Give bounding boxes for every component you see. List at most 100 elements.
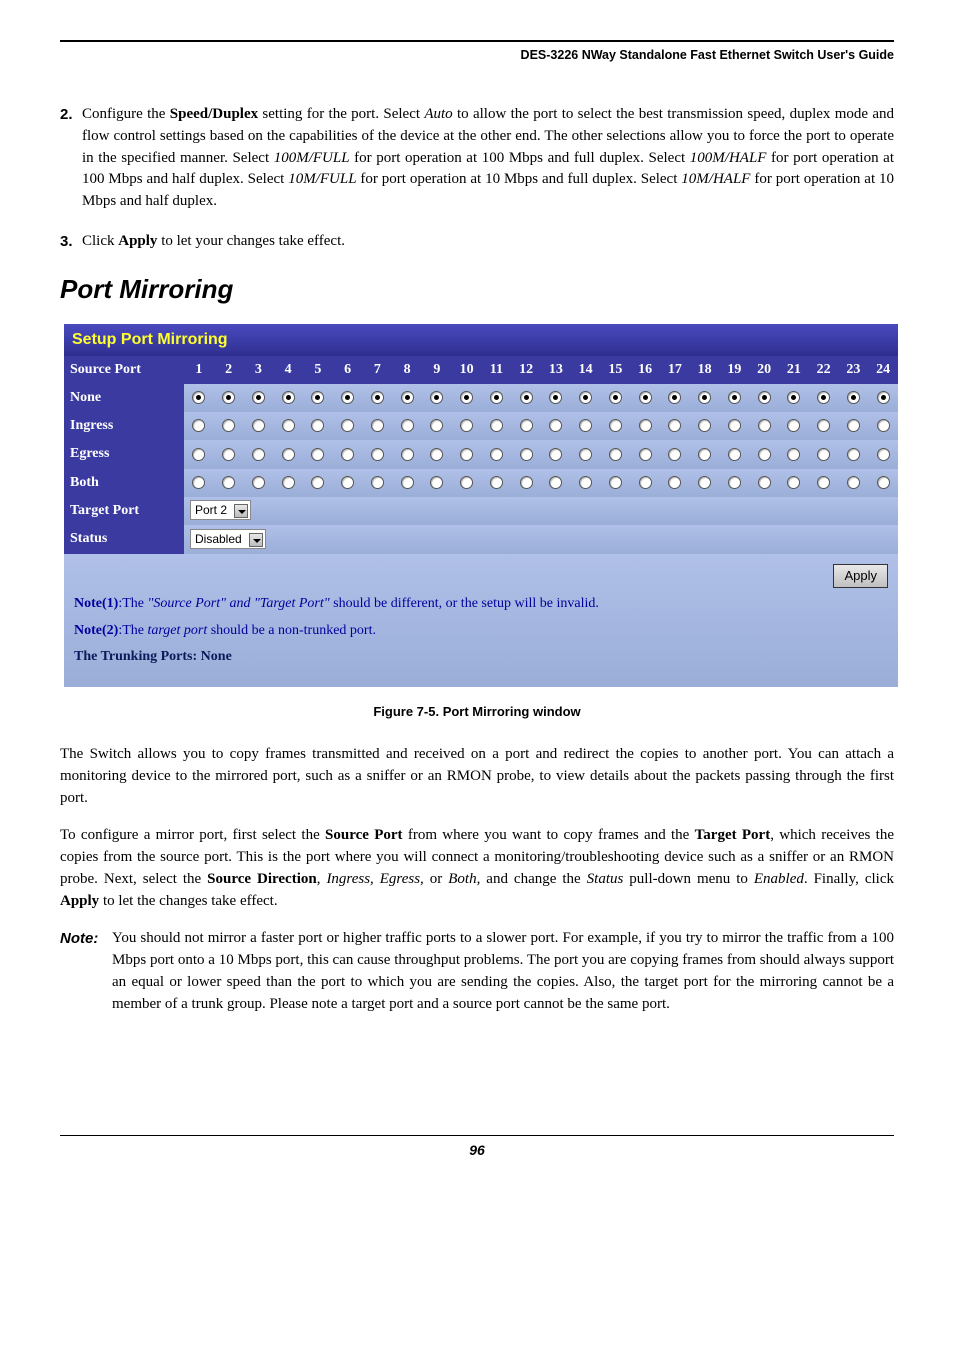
radio-button[interactable] <box>430 391 443 404</box>
radio-button[interactable] <box>817 448 830 461</box>
radio-button[interactable] <box>698 419 711 432</box>
radio-button[interactable] <box>817 476 830 489</box>
radio-button[interactable] <box>341 391 354 404</box>
mirror-table: Source Port 1234567891011121314151617181… <box>64 356 898 554</box>
radio-button[interactable] <box>341 448 354 461</box>
radio-button[interactable] <box>609 391 622 404</box>
radio-button[interactable] <box>282 476 295 489</box>
radio-button[interactable] <box>698 476 711 489</box>
radio-button[interactable] <box>639 391 652 404</box>
radio-button[interactable] <box>282 448 295 461</box>
radio-button[interactable] <box>668 448 681 461</box>
radio-button[interactable] <box>787 419 800 432</box>
radio-button[interactable] <box>668 419 681 432</box>
radio-button[interactable] <box>579 448 592 461</box>
radio-button[interactable] <box>847 419 860 432</box>
radio-button[interactable] <box>371 476 384 489</box>
radio-button[interactable] <box>460 419 473 432</box>
radio-button[interactable] <box>490 448 503 461</box>
radio-button[interactable] <box>252 448 265 461</box>
radio-button[interactable] <box>728 476 741 489</box>
radio-button[interactable] <box>847 448 860 461</box>
radio-button[interactable] <box>192 419 205 432</box>
radio-button[interactable] <box>817 419 830 432</box>
radio-button[interactable] <box>639 476 652 489</box>
radio-button[interactable] <box>401 419 414 432</box>
radio-button[interactable] <box>817 391 830 404</box>
radio-button[interactable] <box>311 419 324 432</box>
radio-button[interactable] <box>877 419 890 432</box>
radio-button[interactable] <box>460 391 473 404</box>
radio-button[interactable] <box>371 448 384 461</box>
radio-button[interactable] <box>579 391 592 404</box>
radio-button[interactable] <box>520 419 533 432</box>
radio-button[interactable] <box>460 448 473 461</box>
radio-button[interactable] <box>728 391 741 404</box>
radio-button[interactable] <box>192 448 205 461</box>
radio-button[interactable] <box>520 476 533 489</box>
radio-button[interactable] <box>311 448 324 461</box>
radio-button[interactable] <box>549 419 562 432</box>
radio-button[interactable] <box>460 476 473 489</box>
radio-button[interactable] <box>430 419 443 432</box>
radio-button[interactable] <box>787 391 800 404</box>
radio-button[interactable] <box>847 476 860 489</box>
radio-button[interactable] <box>549 448 562 461</box>
radio-button[interactable] <box>311 476 324 489</box>
radio-button[interactable] <box>609 476 622 489</box>
radio-button[interactable] <box>222 448 235 461</box>
radio-button[interactable] <box>609 419 622 432</box>
radio-button[interactable] <box>192 476 205 489</box>
radio-button[interactable] <box>192 391 205 404</box>
apply-button[interactable]: Apply <box>833 564 888 589</box>
radio-button[interactable] <box>758 476 771 489</box>
target-port-select[interactable]: Port 2 <box>190 500 251 520</box>
radio-button[interactable] <box>728 419 741 432</box>
radio-button[interactable] <box>490 419 503 432</box>
radio-button[interactable] <box>877 448 890 461</box>
radio-button[interactable] <box>430 476 443 489</box>
radio-button[interactable] <box>520 448 533 461</box>
radio-button[interactable] <box>282 391 295 404</box>
radio-button[interactable] <box>401 448 414 461</box>
radio-button[interactable] <box>341 419 354 432</box>
radio-button[interactable] <box>401 476 414 489</box>
radio-button[interactable] <box>787 448 800 461</box>
radio-button[interactable] <box>252 419 265 432</box>
radio-button[interactable] <box>787 476 800 489</box>
radio-button[interactable] <box>430 448 443 461</box>
radio-button[interactable] <box>877 391 890 404</box>
radio-button[interactable] <box>698 448 711 461</box>
radio-button[interactable] <box>609 448 622 461</box>
radio-button[interactable] <box>847 391 860 404</box>
radio-button[interactable] <box>341 476 354 489</box>
status-select[interactable]: Disabled <box>190 529 266 549</box>
radio-button[interactable] <box>252 476 265 489</box>
radio-button[interactable] <box>549 391 562 404</box>
radio-button[interactable] <box>311 391 324 404</box>
radio-button[interactable] <box>728 448 741 461</box>
radio-button[interactable] <box>549 476 562 489</box>
radio-button[interactable] <box>579 419 592 432</box>
radio-button[interactable] <box>579 476 592 489</box>
radio-button[interactable] <box>698 391 711 404</box>
radio-button[interactable] <box>282 419 295 432</box>
radio-button[interactable] <box>490 476 503 489</box>
radio-button[interactable] <box>401 391 414 404</box>
radio-button[interactable] <box>371 419 384 432</box>
radio-button[interactable] <box>758 448 771 461</box>
radio-button[interactable] <box>758 391 771 404</box>
radio-button[interactable] <box>639 419 652 432</box>
radio-button[interactable] <box>252 391 265 404</box>
radio-button[interactable] <box>639 448 652 461</box>
radio-button[interactable] <box>668 476 681 489</box>
radio-button[interactable] <box>222 419 235 432</box>
radio-button[interactable] <box>222 391 235 404</box>
radio-button[interactable] <box>668 391 681 404</box>
radio-button[interactable] <box>371 391 384 404</box>
radio-button[interactable] <box>758 419 771 432</box>
radio-button[interactable] <box>877 476 890 489</box>
radio-button[interactable] <box>222 476 235 489</box>
radio-button[interactable] <box>490 391 503 404</box>
radio-button[interactable] <box>520 391 533 404</box>
